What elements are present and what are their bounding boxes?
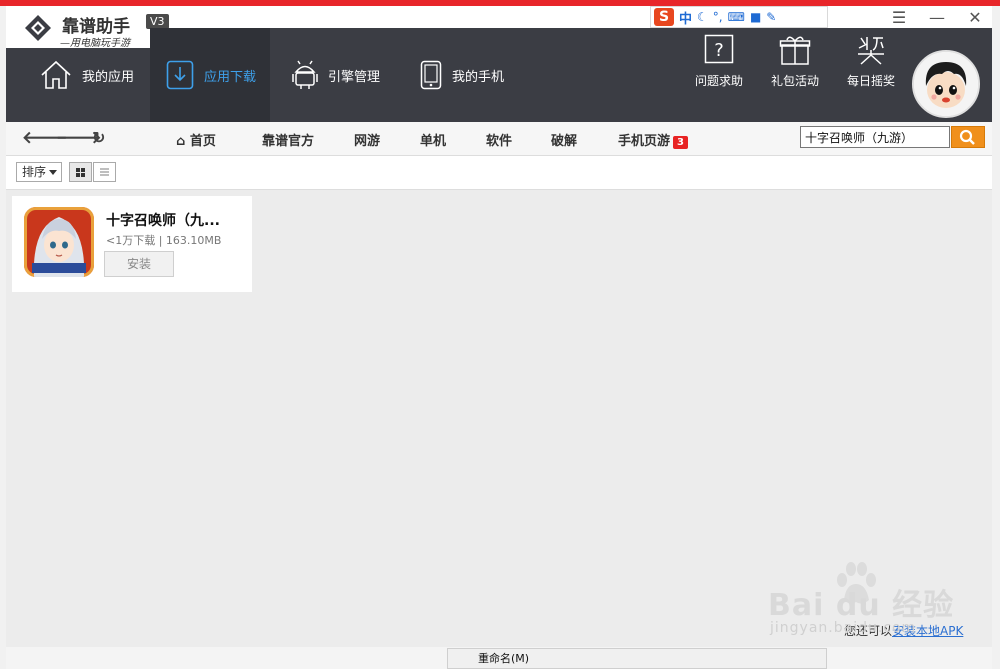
filter-bar: 排序 <box>6 156 992 190</box>
sort-label: 排序 <box>22 165 47 179</box>
app-name-label[interactable]: 十字召唤师（九... <box>106 210 220 230</box>
home-icon <box>41 60 71 89</box>
nav-item-my-phone[interactable]: 我的手机 <box>420 28 530 122</box>
tool-label-help: 问题求助 <box>694 74 743 88</box>
refresh-icon[interactable]: ↻ <box>92 128 105 147</box>
grid-icon <box>76 168 85 177</box>
category-bar: 🡐 🡒 ↻ ⌂ 首页 靠谱官方 网游 单机 软件 破解 手机页游 3 <box>6 122 992 156</box>
game-art-icon <box>24 207 94 277</box>
svg-text:?: ? <box>714 40 724 61</box>
category-single-player[interactable]: 单机 <box>420 130 446 149</box>
app-card[interactable]: 十字召唤师（九... <1万下载 | 163.10MB 安装 <box>12 196 252 292</box>
user-avatar[interactable] <box>912 50 980 118</box>
lottery-icon <box>858 37 884 65</box>
context-menu-rename[interactable]: 重命名(M) <box>478 652 529 665</box>
nav-label-my-phone: 我的手机 <box>452 69 505 85</box>
home-small-icon: ⌂ <box>176 134 186 149</box>
ime-language-toggle[interactable]: 中 <box>679 8 692 27</box>
baidu-watermark-url: jingyan.baidu.com <box>770 620 917 636</box>
search-button[interactable] <box>951 126 985 148</box>
app-window: 靠谱助手 V3 —用电脑玩手游 S 中 ☾ °, ⌨ ■ ✎ ☰ — ✕ 我的应… <box>6 6 992 647</box>
avatar-face-icon <box>914 52 978 116</box>
phone-icon <box>420 60 442 90</box>
gift-icon <box>779 36 811 65</box>
category-official[interactable]: 靠谱官方 <box>262 130 314 149</box>
app-icon[interactable] <box>24 207 94 277</box>
keyboard-icon[interactable]: ⌨ <box>728 10 745 24</box>
grid-view-button[interactable] <box>69 162 92 182</box>
tool-help[interactable]: ? 问题求助 <box>684 34 754 89</box>
new-count-badge: 3 <box>673 136 688 149</box>
category-cracked[interactable]: 破解 <box>551 130 577 149</box>
nav-label-my-apps: 我的应用 <box>82 69 135 85</box>
ime-toolbar[interactable]: S 中 ☾ °, ⌨ ■ ✎ <box>650 6 828 28</box>
minimize-button[interactable]: — <box>922 6 952 30</box>
context-menu[interactable]: 重命名(M) <box>447 648 827 669</box>
menu-button[interactable]: ☰ <box>884 6 914 30</box>
nav-label-engine-manage: 引擎管理 <box>328 69 381 85</box>
nav-item-my-apps[interactable]: 我的应用 <box>40 28 150 122</box>
moon-icon[interactable]: ☾ <box>697 10 708 24</box>
category-mobile-web-games-label: 手机页游 <box>618 134 671 149</box>
category-online-games[interactable]: 网游 <box>354 130 380 149</box>
tool-gift[interactable]: 礼包活动 <box>760 34 830 89</box>
nav-label-app-download: 应用下载 <box>204 69 257 85</box>
category-home-label: 首页 <box>189 134 216 149</box>
skin-icon[interactable]: ■ <box>750 10 761 24</box>
help-icon: ? <box>704 34 734 64</box>
android-icon <box>292 60 318 89</box>
tool-lottery[interactable]: 每日摇奖 <box>836 34 906 89</box>
chevron-down-icon <box>49 170 57 175</box>
list-icon <box>100 168 109 176</box>
app-size: 163.10MB <box>165 234 222 247</box>
baidu-watermark: Bai du 经验 <box>768 588 955 623</box>
app-meta: <1万下载 | 163.10MB <box>106 234 222 247</box>
category-mobile-web-games[interactable]: 手机页游 3 <box>618 130 688 149</box>
background-window-edge-right <box>992 6 1000 669</box>
search-icon <box>959 129 975 145</box>
punctuation-icon[interactable]: °, <box>713 10 723 24</box>
sogou-ime-icon[interactable]: S <box>654 8 674 26</box>
tool-label-gift: 礼包活动 <box>770 74 819 88</box>
list-view-button[interactable] <box>93 162 116 182</box>
close-button[interactable]: ✕ <box>960 6 990 30</box>
category-software[interactable]: 软件 <box>486 130 512 149</box>
app-version-badge: V3 <box>146 14 169 29</box>
tool-label-lottery: 每日摇奖 <box>846 74 895 88</box>
settings-icon[interactable]: ✎ <box>766 10 776 24</box>
sort-dropdown[interactable]: 排序 <box>16 162 62 182</box>
nav-item-engine-manage[interactable]: 引擎管理 <box>292 28 402 122</box>
category-home[interactable]: ⌂ 首页 <box>176 130 216 149</box>
download-icon <box>166 60 194 90</box>
nav-item-app-download[interactable]: 应用下载 <box>150 28 270 122</box>
search-input[interactable] <box>800 126 950 148</box>
install-button[interactable]: 安装 <box>104 251 174 277</box>
app-download-count: <1万下载 <box>106 234 156 247</box>
